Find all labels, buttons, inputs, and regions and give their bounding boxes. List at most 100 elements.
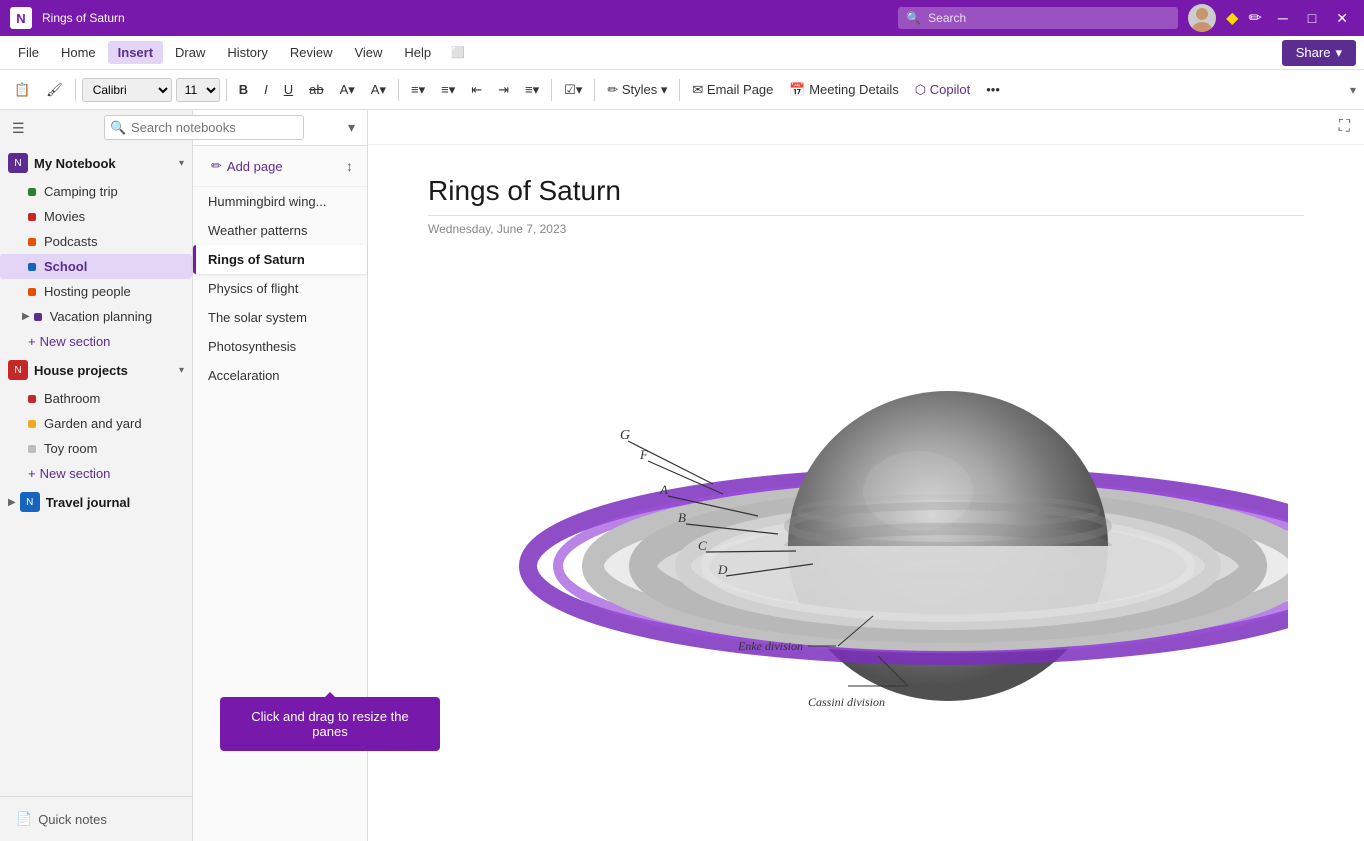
align-button[interactable]: ≡▾ <box>519 79 545 101</box>
italic-button[interactable]: I <box>258 79 274 100</box>
page-item-accelaration[interactable]: Accelaration <box>193 361 367 390</box>
sidebar-item-garden[interactable]: Garden and yard <box>0 411 192 436</box>
search-notebooks-input[interactable] <box>104 115 304 140</box>
svg-text:G: G <box>620 428 630 443</box>
share-button[interactable]: Share ▾ <box>1282 40 1356 66</box>
page-toolbar: ⛶ <box>368 110 1364 145</box>
note-content[interactable]: Rings of Saturn Wednesday, June 7, 2023 <box>368 145 1364 809</box>
page-item-physics[interactable]: Physics of flight <box>193 274 367 303</box>
bold-button[interactable]: B <box>233 79 254 100</box>
underline-button[interactable]: U <box>278 79 299 100</box>
menu-home[interactable]: Home <box>51 41 106 64</box>
page-item-photosynthesis[interactable]: Photosynthesis <box>193 332 367 361</box>
note-title: Rings of Saturn <box>428 175 1304 216</box>
numbering-button[interactable]: ≡▾ <box>435 79 461 101</box>
saturn-image-container: G F A B C D <box>428 256 1288 779</box>
section-dot-toyroom <box>28 445 36 453</box>
strikethrough-button[interactable]: ab <box>303 79 329 100</box>
notebook-name-my-notebook: My Notebook <box>34 156 179 171</box>
quick-notes-label: Quick notes <box>38 812 107 827</box>
toolbar-separator-3 <box>398 79 399 101</box>
sidebar-item-camping[interactable]: Camping trip <box>0 179 192 204</box>
toolbar-separator-4 <box>551 79 552 101</box>
window-controls: ─ □ ✕ <box>1272 10 1354 27</box>
page-item-solar[interactable]: The solar system <box>193 303 367 332</box>
notebook-header-travel-journal[interactable]: ▶ N Travel journal <box>0 486 192 518</box>
menu-help[interactable]: Help <box>394 41 441 64</box>
paste-button[interactable]: 📋 <box>8 79 36 101</box>
sidebar-item-toyroom[interactable]: Toy room <box>0 436 192 461</box>
search-notebooks-bar: 🔍 ▾ <box>193 110 367 146</box>
format-painter-button[interactable]: 🖌 <box>40 79 69 101</box>
premium-icon[interactable]: ◆ <box>1226 8 1238 28</box>
menu-review[interactable]: Review <box>280 41 343 64</box>
share-chevron-icon: ▾ <box>1335 45 1342 61</box>
app-title: Rings of Saturn <box>42 11 888 25</box>
toolbar-separator-1 <box>75 79 76 101</box>
indent-button[interactable]: ⇥ <box>492 79 515 101</box>
page-item-weather[interactable]: Weather patterns <box>193 216 367 245</box>
styles-button[interactable]: ✏ Styles ▾ <box>601 79 673 101</box>
sidebar: ☰ N My Notebook ▾ Camping trip Movies <box>0 110 193 841</box>
sidebar-item-movies[interactable]: Movies <box>0 204 192 229</box>
menu-insert[interactable]: Insert <box>108 41 163 64</box>
maximize-button[interactable]: □ <box>1302 10 1322 27</box>
svg-text:C: C <box>698 538 707 553</box>
toolbar-expand-icon[interactable]: ▾ <box>1350 83 1356 97</box>
font-family-select[interactable]: Calibri <box>82 78 172 102</box>
font-size-select[interactable]: 11 <box>176 78 220 102</box>
sidebar-item-hosting[interactable]: Hosting people <box>0 279 192 304</box>
sidebar-item-bathroom[interactable]: Bathroom <box>0 386 192 411</box>
section-dot-hosting <box>28 288 36 296</box>
onenote-logo: N <box>10 7 32 29</box>
menu-view[interactable]: View <box>344 41 392 64</box>
notebook-house-projects: N House projects ▾ Bathroom Garden and y… <box>0 354 192 486</box>
main-content: ⛶ Rings of Saturn Wednesday, June 7, 202… <box>368 110 1364 841</box>
new-section-my-notebook[interactable]: + New section <box>0 329 192 354</box>
sidebar-item-label-bathroom: Bathroom <box>44 391 100 406</box>
sidebar-item-label-vacation: Vacation planning <box>50 309 152 324</box>
outdent-button[interactable]: ⇤ <box>465 79 488 101</box>
more-button[interactable]: ••• <box>980 79 1006 100</box>
font-color-button[interactable]: A▾ <box>365 79 392 101</box>
pen-icon[interactable]: ✏ <box>1248 8 1261 28</box>
avatar[interactable] <box>1188 4 1216 32</box>
page-item-rings[interactable]: Rings of Saturn <box>193 245 367 274</box>
content-area: ☰ N My Notebook ▾ Camping trip Movies <box>0 110 1364 841</box>
notebook-header-house-projects[interactable]: N House projects ▾ <box>0 354 192 386</box>
svg-text:D: D <box>717 562 728 577</box>
travel-journal-chevron-icon: ▶ <box>8 497 16 508</box>
sort-pages-button[interactable]: ↕ <box>342 154 357 178</box>
sidebar-item-vacation[interactable]: ▶ Vacation planning <box>0 304 192 329</box>
search-notebooks-expand-icon[interactable]: ▾ <box>344 115 359 140</box>
quick-notes-button[interactable]: 📄 Quick notes <box>8 805 184 833</box>
page-item-hummingbird[interactable]: Hummingbird wing... <box>193 187 367 216</box>
checkbox-button[interactable]: ☑▾ <box>558 79 588 101</box>
email-page-button[interactable]: ✉ Email Page <box>686 79 779 101</box>
section-dot-vacation <box>34 313 42 321</box>
section-dot-movies <box>28 213 36 221</box>
bullets-button[interactable]: ≡▾ <box>405 79 431 101</box>
sidebar-item-label-camping: Camping trip <box>44 184 118 199</box>
copilot-button[interactable]: ⬡ Copilot <box>909 79 976 101</box>
ribbon-collapse-icon[interactable]: ⬜ <box>447 42 469 63</box>
toolbar-separator-6 <box>679 79 680 101</box>
minimize-button[interactable]: ─ <box>1272 10 1294 27</box>
page-expand-button[interactable]: ⛶ <box>1337 116 1352 138</box>
notebook-header-my-notebook[interactable]: N My Notebook ▾ <box>0 147 192 179</box>
add-page-label: Add page <box>227 159 283 174</box>
new-section-label-my-notebook: New section <box>40 334 111 349</box>
meeting-details-button[interactable]: 📅 Meeting Details <box>783 79 904 101</box>
menu-draw[interactable]: Draw <box>165 41 215 64</box>
menu-file[interactable]: File <box>8 41 49 64</box>
close-button[interactable]: ✕ <box>1330 10 1354 27</box>
highlight-button[interactable]: A▾ <box>334 79 361 101</box>
search-input[interactable] <box>898 7 1178 29</box>
menu-history[interactable]: History <box>217 41 277 64</box>
sidebar-item-school[interactable]: School <box>0 254 192 279</box>
sidebar-item-label-hosting: Hosting people <box>44 284 131 299</box>
new-section-house-projects[interactable]: + New section <box>0 461 192 486</box>
sidebar-item-podcasts[interactable]: Podcasts <box>0 229 192 254</box>
add-page-button[interactable]: ✏ Add page <box>203 154 291 178</box>
saturn-illustration: G F A B C D <box>428 256 1288 776</box>
